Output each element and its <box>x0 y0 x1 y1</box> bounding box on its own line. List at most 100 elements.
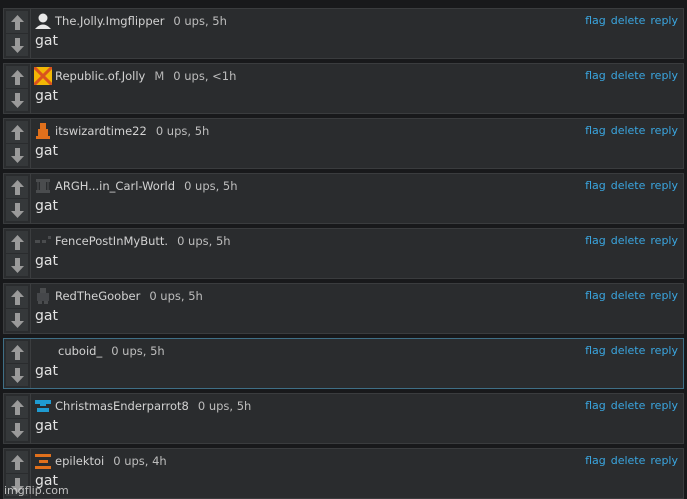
yellow-x-flag-icon[interactable] <box>34 67 52 85</box>
flag-link[interactable]: flag <box>585 179 606 192</box>
person-silhouette-icon[interactable] <box>34 12 52 30</box>
downvote-button[interactable] <box>6 89 28 111</box>
reply-link[interactable]: reply <box>650 124 678 137</box>
upvote-button[interactable] <box>6 121 28 143</box>
arrow-down-icon <box>10 367 24 383</box>
delete-link[interactable]: delete <box>611 179 646 192</box>
downvote-button[interactable] <box>6 34 28 56</box>
comment-actions: flag delete reply <box>580 69 678 82</box>
comment-stats: 0 ups, 5h <box>111 344 165 358</box>
delete-link[interactable]: delete <box>611 344 646 357</box>
arrow-down-icon <box>10 37 24 53</box>
dark-dots-icon[interactable] <box>34 232 52 250</box>
comment-meta: ARGH...in_Carl-World 0 ups, 5h <box>34 176 238 196</box>
arrow-up-icon <box>10 14 24 30</box>
delete-link[interactable]: delete <box>611 14 646 27</box>
username-link[interactable]: cuboid_ <box>58 344 102 358</box>
comment-actions: flag delete reply <box>580 289 678 302</box>
upvote-button[interactable] <box>6 396 28 418</box>
username-link[interactable]: itswizardtime22 <box>55 124 147 138</box>
downvote-button[interactable] <box>6 364 28 386</box>
arrow-up-icon <box>10 344 24 360</box>
comment-text: gat <box>35 143 58 159</box>
username-link[interactable]: The.Jolly.Imgflipper <box>55 14 164 28</box>
comment-actions: flag delete reply <box>580 399 678 412</box>
vote-column <box>4 284 31 333</box>
vote-column <box>4 174 31 223</box>
flag-link[interactable]: flag <box>585 124 606 137</box>
comment-actions: flag delete reply <box>580 454 678 467</box>
comment-stats: 0 ups, 5h <box>173 14 227 28</box>
username-link[interactable]: ChristmasEnderparrot8 <box>55 399 189 413</box>
vote-column <box>4 339 31 388</box>
dark-figure-icon[interactable] <box>34 287 52 305</box>
delete-link[interactable]: delete <box>611 399 646 412</box>
upvote-button[interactable] <box>6 231 28 253</box>
comment: The.Jolly.Imgflipper 0 ups, 5h flag delet… <box>3 8 684 59</box>
username-link[interactable]: Republic.of.Jolly <box>55 69 145 83</box>
comment-stats: 0 ups, 5h <box>155 124 210 138</box>
downvote-button[interactable] <box>6 199 28 221</box>
reply-link[interactable]: reply <box>650 289 678 302</box>
flag-link[interactable]: flag <box>585 399 606 412</box>
dark-figure-icon[interactable] <box>34 177 52 195</box>
upvote-button[interactable] <box>6 286 28 308</box>
blank-avatar-icon[interactable] <box>34 342 52 360</box>
comment: FencePostInMyButt. 0 ups, 5h flag delete r… <box>3 228 684 279</box>
blue-block-icon[interactable] <box>34 397 52 415</box>
flag-link[interactable]: flag <box>585 454 606 467</box>
delete-link[interactable]: delete <box>611 289 646 302</box>
orange-wizard-icon[interactable] <box>34 122 52 140</box>
delete-link[interactable]: delete <box>611 234 646 247</box>
upvote-button[interactable] <box>6 66 28 88</box>
comment-text: gat <box>35 363 58 379</box>
vote-column <box>4 394 31 443</box>
comment-actions: flag delete reply <box>580 124 678 137</box>
arrow-up-icon <box>10 454 24 470</box>
comment-text: gat <box>35 308 58 324</box>
delete-link[interactable]: delete <box>611 454 646 467</box>
comment-meta: The.Jolly.Imgflipper 0 ups, 5h <box>34 11 227 31</box>
comment-meta: RedTheGoober 0 ups, 5h <box>34 286 203 306</box>
comment-stats: 0 ups, 5h <box>184 179 238 193</box>
comment-meta: epilektoi 0 ups, 4h <box>34 451 167 471</box>
moderator-badge: M <box>154 69 165 83</box>
comment-text: gat <box>35 88 58 104</box>
arrow-down-icon <box>10 92 24 108</box>
upvote-button[interactable] <box>6 11 28 33</box>
downvote-button[interactable] <box>6 419 28 441</box>
downvote-button[interactable] <box>6 309 28 331</box>
downvote-button[interactable] <box>6 144 28 166</box>
reply-link[interactable]: reply <box>650 234 678 247</box>
reply-link[interactable]: reply <box>650 179 678 192</box>
downvote-button[interactable] <box>6 254 28 276</box>
vote-column <box>4 229 31 278</box>
username-link[interactable]: FencePostInMyButt. <box>55 234 168 248</box>
reply-link[interactable]: reply <box>650 14 678 27</box>
username-link[interactable]: epilektoi <box>55 454 104 468</box>
flag-link[interactable]: flag <box>585 289 606 302</box>
comment: ARGH...in_Carl-World 0 ups, 5h flag delet… <box>3 173 684 224</box>
imgflip-watermark: imgflip.com <box>4 484 69 497</box>
reply-link[interactable]: reply <box>650 344 678 357</box>
delete-link[interactable]: delete <box>611 69 646 82</box>
comment-actions: flag delete reply <box>580 14 678 27</box>
comment: ChristmasEnderparrot8 0 ups, 5h flag dele… <box>3 393 684 444</box>
reply-link[interactable]: reply <box>650 399 678 412</box>
arrow-up-icon <box>10 69 24 85</box>
arrow-down-icon <box>10 202 24 218</box>
reply-link[interactable]: reply <box>650 69 678 82</box>
upvote-button[interactable] <box>6 451 28 473</box>
orange-bars-icon[interactable] <box>34 452 52 470</box>
flag-link[interactable]: flag <box>585 14 606 27</box>
username-link[interactable]: RedTheGoober <box>55 289 140 303</box>
upvote-button[interactable] <box>6 176 28 198</box>
flag-link[interactable]: flag <box>585 344 606 357</box>
username-link[interactable]: ARGH...in_Carl-World <box>55 179 175 193</box>
comment-text: gat <box>35 418 58 434</box>
reply-link[interactable]: reply <box>650 454 678 467</box>
flag-link[interactable]: flag <box>585 234 606 247</box>
flag-link[interactable]: flag <box>585 69 606 82</box>
delete-link[interactable]: delete <box>611 124 646 137</box>
upvote-button[interactable] <box>6 341 28 363</box>
